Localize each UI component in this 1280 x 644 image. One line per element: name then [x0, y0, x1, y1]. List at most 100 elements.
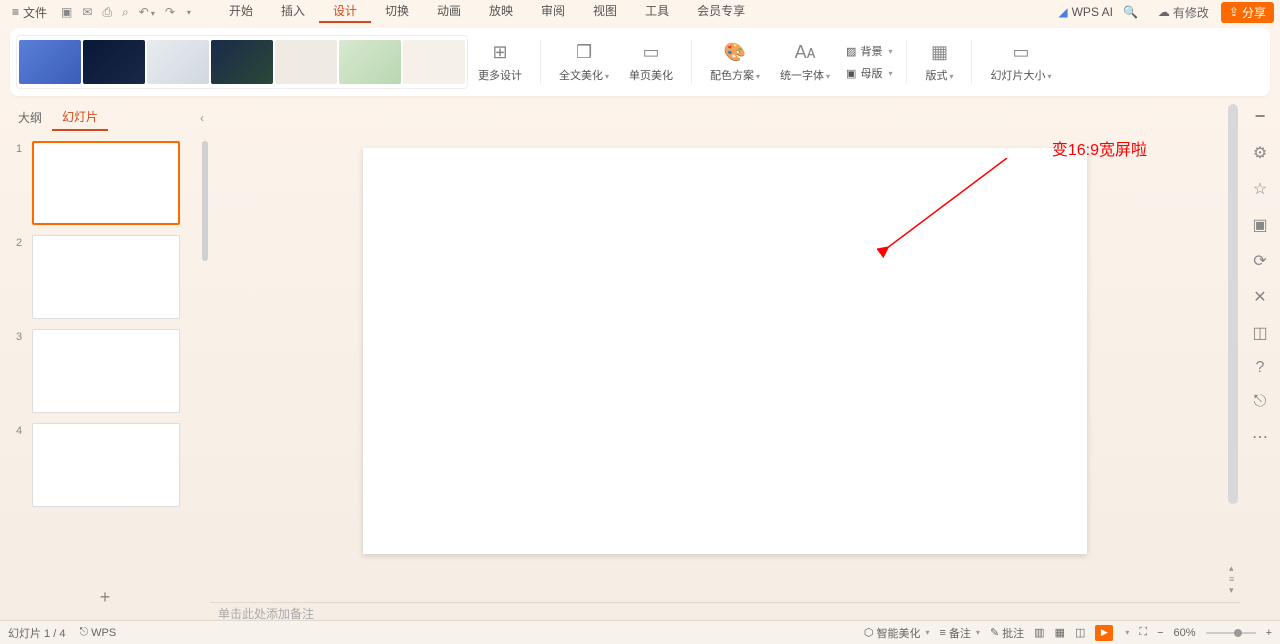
layout-button[interactable]: ▦ 版式▾ — [915, 35, 963, 89]
collapse-sidebar-icon[interactable]: − — [1255, 106, 1266, 127]
full-beautify-label: 全文美化▾ — [559, 67, 609, 83]
fit-icon[interactable]: ⛶ — [1139, 626, 1147, 639]
wps-icon: ⎋ — [79, 626, 88, 639]
tab-design[interactable]: 设计 — [319, 2, 371, 23]
help-panel-icon[interactable]: ? — [1256, 359, 1265, 377]
tools-panel-icon[interactable]: ✕ — [1253, 287, 1266, 307]
palette-icon: 🎨 — [724, 42, 746, 63]
tab-view[interactable]: 视图 — [579, 2, 631, 23]
wps-ai-button[interactable]: ◢ WPS AI — [1058, 5, 1113, 19]
full-beautify-button[interactable]: ❒ 全文美化▾ — [549, 35, 619, 89]
theme-thumb-5[interactable] — [275, 40, 337, 84]
zoom-in-icon[interactable]: + — [1266, 627, 1272, 639]
grid-icon: ⊞ — [492, 42, 507, 63]
tab-transition[interactable]: 切换 — [371, 2, 423, 23]
master-button[interactable]: ▣ 母版▾ — [846, 63, 892, 83]
more-design-button[interactable]: ⊞ 更多设计 — [468, 35, 532, 89]
print-icon[interactable]: ⎙ — [102, 5, 112, 20]
tab-member[interactable]: 会员专享 — [683, 2, 759, 23]
ai-panel-icon[interactable]: ⟳ — [1253, 251, 1266, 271]
background-button[interactable]: ▨ 背景▾ — [846, 41, 892, 61]
zoom-out-icon[interactable]: − — [1157, 627, 1163, 639]
undo-icon[interactable]: ↶▾ — [139, 5, 155, 19]
annotation-overlay: 变16:9宽屏啦 — [1052, 136, 1147, 160]
search-icon[interactable]: 🔍 — [1123, 5, 1138, 19]
share-label: 分享 — [1242, 4, 1266, 21]
save-icon[interactable]: ▣ — [61, 5, 72, 19]
library-panel-icon[interactable]: ◫ — [1252, 323, 1267, 343]
wps-mode-button[interactable]: ⎋ WPS — [79, 626, 116, 639]
panel-scrollbar[interactable] — [202, 141, 208, 261]
more-qa-icon[interactable]: ▾ — [187, 8, 191, 17]
slideshow-dropdown[interactable]: ▾ — [1125, 628, 1129, 637]
tab-insert[interactable]: 插入 — [267, 2, 319, 23]
zoom-value[interactable]: 60% — [1174, 627, 1196, 639]
slide-thumb-2[interactable] — [32, 235, 180, 319]
redo-icon[interactable]: ↷ — [165, 5, 175, 19]
comments-button[interactable]: ✎ 批注 — [990, 625, 1024, 641]
theme-thumb-6[interactable] — [339, 40, 401, 84]
theme-thumb-4[interactable] — [211, 40, 273, 84]
layers-icon: ▣ — [846, 67, 856, 80]
bg-master-group: ▨ 背景▾ ▣ 母版▾ — [840, 41, 898, 83]
size-icon: ▭ — [1012, 42, 1029, 63]
slides-tab[interactable]: 幻灯片 — [52, 104, 108, 131]
tab-animation[interactable]: 动画 — [423, 2, 475, 23]
zoom-slider[interactable] — [1206, 632, 1256, 634]
resources-panel-icon[interactable]: ▣ — [1252, 215, 1267, 235]
page-icon: ▭ — [643, 42, 660, 63]
layout-icon: ▦ — [931, 42, 948, 63]
notes-button[interactable]: ≡ 备注▾ — [940, 625, 980, 641]
tab-start[interactable]: 开始 — [215, 2, 267, 23]
smart-beautify-button[interactable]: ⬡ 智能美化▾ — [864, 625, 930, 641]
slide-thumb-3[interactable] — [32, 329, 180, 413]
single-beautify-button[interactable]: ▭ 单页美化 — [619, 35, 683, 89]
theme-thumb-3[interactable] — [147, 40, 209, 84]
right-sidebar: − ⚙ ☆ ▣ ⟳ ✕ ◫ ? ⎋ ⋯ — [1240, 100, 1280, 620]
slide-canvas[interactable]: 变16:9宽屏啦 — [363, 148, 1087, 554]
panel-tabs: 大纲 幻灯片 ‹ — [0, 100, 210, 135]
ribbon-tabs: 开始 插入 设计 切换 动画 放映 审阅 视图 工具 会员专享 — [215, 2, 759, 23]
cloud-sync-button[interactable]: ☁ 有修改 — [1158, 4, 1209, 21]
find-icon[interactable]: ⌕ — [122, 5, 129, 20]
thumbnail-list: 1 2 3 4 — [0, 135, 210, 575]
thumb-num-4: 4 — [16, 423, 24, 437]
menu-icon: ≡ — [12, 5, 19, 19]
theme-thumb-1[interactable] — [19, 40, 81, 84]
thumb-num-1: 1 — [16, 141, 24, 155]
normal-view-icon[interactable]: ▥ — [1034, 626, 1044, 639]
outline-tab[interactable]: 大纲 — [8, 105, 52, 130]
thumb-num-2: 2 — [16, 235, 24, 249]
print-preview-icon[interactable]: ✉ — [82, 5, 92, 19]
tab-review[interactable]: 审阅 — [527, 2, 579, 23]
unify-font-button[interactable]: Aᴀ 统一字体▾ — [770, 35, 840, 89]
theme-thumb-7[interactable] — [403, 40, 465, 84]
share-button[interactable]: ⇪ 分享 — [1221, 2, 1274, 23]
layout-label: 版式▾ — [925, 67, 953, 83]
thumb-num-3: 3 — [16, 329, 24, 343]
add-slide-button[interactable]: + — [0, 575, 210, 620]
file-menu[interactable]: ≡ 文件 — [6, 4, 53, 21]
comment-icon: ✎ — [990, 626, 999, 639]
slide-thumb-1[interactable] — [32, 141, 180, 225]
more-panel-icon[interactable]: ⋯ — [1252, 427, 1268, 447]
template-panel-icon[interactable]: ⎋ — [1254, 393, 1267, 411]
slideshow-button[interactable]: ▶ — [1095, 625, 1113, 641]
notes-area[interactable]: 单击此处添加备注 — [210, 602, 1240, 620]
slide-size-button[interactable]: ▭ 幻灯片大小▾ — [980, 35, 1061, 89]
sorter-view-icon[interactable]: ▦ — [1055, 626, 1065, 639]
separator — [906, 40, 907, 84]
color-scheme-button[interactable]: 🎨 配色方案▾ — [700, 35, 770, 89]
canvas-wrap: 变16:9宽屏啦 ▴ ≡ ▾ — [210, 100, 1240, 602]
collapse-panel-icon[interactable]: ‹ — [200, 111, 204, 125]
canvas-scrollbar-v[interactable]: ▴ ≡ ▾ — [1228, 104, 1238, 598]
star-panel-icon[interactable]: ☆ — [1253, 179, 1267, 199]
tab-tools[interactable]: 工具 — [631, 2, 683, 23]
theme-thumb-2[interactable] — [83, 40, 145, 84]
slide-thumb-4[interactable] — [32, 423, 180, 507]
tab-slideshow[interactable]: 放映 — [475, 2, 527, 23]
workspace: 大纲 幻灯片 ‹ 1 2 3 4 + 变16:9宽屏啦 — [0, 100, 1280, 620]
settings-panel-icon[interactable]: ⚙ — [1253, 143, 1267, 163]
reading-view-icon[interactable]: ◫ — [1075, 626, 1085, 639]
design-ribbon: ⊞ 更多设计 ❒ 全文美化▾ ▭ 单页美化 🎨 配色方案▾ Aᴀ 统一字体▾ ▨… — [10, 28, 1270, 96]
